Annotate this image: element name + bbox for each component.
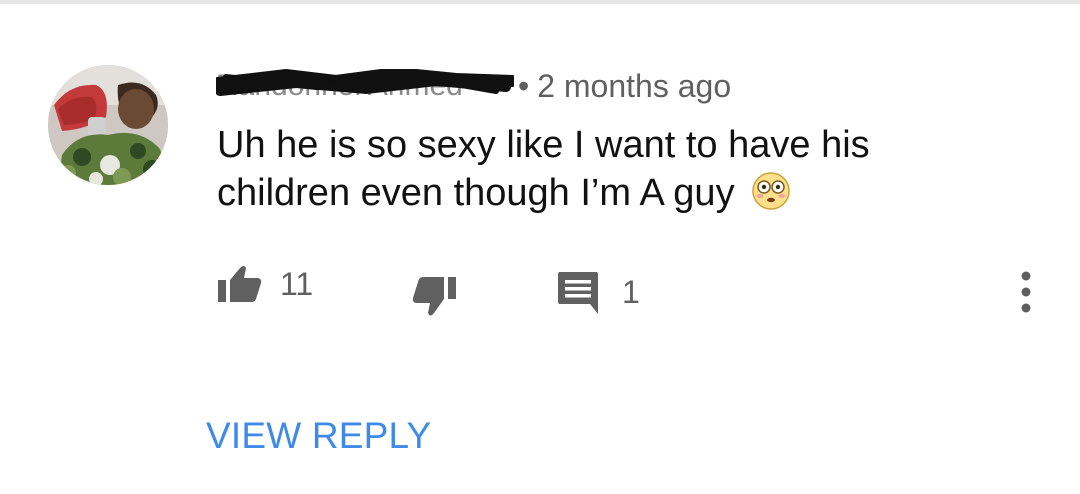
author-name[interactable]: Randonnel Ahmed: [216, 69, 514, 103]
avatar[interactable]: [48, 65, 168, 185]
like-button[interactable]: 11: [218, 264, 313, 304]
thumbs-up-icon: [218, 266, 262, 302]
comment-text-line-2: children even though I’m A guy: [217, 169, 1037, 217]
reply-count: 1: [622, 273, 640, 310]
comment-text-line-1: Uh he is so sexy like I want to have his: [217, 124, 870, 166]
avatar-image: [48, 65, 168, 185]
more-options-button[interactable]: [1014, 270, 1038, 314]
comment-meta: Randonnel Ahmed • 2 months ago: [216, 62, 731, 110]
flushed-face-icon: [752, 172, 790, 210]
view-reply-link[interactable]: VIEW REPLY: [206, 415, 431, 457]
meta-separator: •: [518, 67, 530, 104]
dislike-button[interactable]: [410, 275, 456, 319]
comment-timestamp[interactable]: 2 months ago: [537, 68, 731, 105]
comment-icon: [558, 272, 598, 314]
like-count: 11: [280, 265, 314, 302]
reply-button[interactable]: 1: [556, 270, 640, 314]
thumbs-down-icon: [412, 277, 456, 316]
more-vertical-icon: [1021, 271, 1031, 313]
top-divider: [0, 0, 1080, 4]
comment-body: Uh he is so sexy like I want to have his…: [217, 121, 1037, 217]
